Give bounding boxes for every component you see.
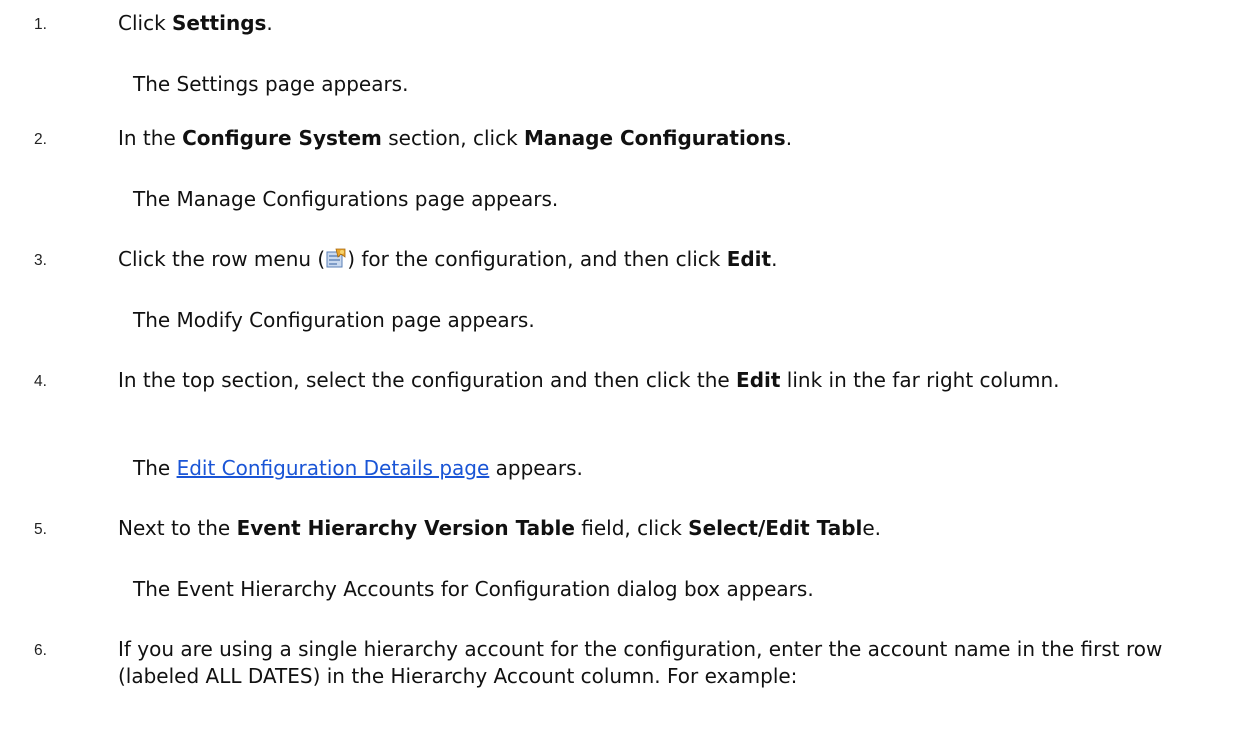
ui-term: Edit <box>726 247 772 271</box>
step-instruction: If you are using a single hierarchy acco… <box>118 637 1163 688</box>
step-result: The Manage Configurations page appears. <box>133 187 559 211</box>
step-result: The Settings page appears. <box>133 72 409 96</box>
row-menu-icon <box>326 248 346 269</box>
instruction-text: In the top section, select the configura… <box>118 368 737 392</box>
instruction-text: Next to the <box>118 516 237 540</box>
step-number: 2. <box>34 131 47 148</box>
result-text: appears. <box>489 456 583 480</box>
instruction-text: . <box>266 11 273 35</box>
ui-term: Settings <box>172 11 267 35</box>
step-result: The Edit Configuration Details page appe… <box>133 455 583 482</box>
ui-term: Event Hierarchy Version Table <box>236 516 575 540</box>
result-text: The <box>133 456 177 480</box>
instruction-text: In the <box>118 126 183 150</box>
instruction-text: . <box>771 247 778 271</box>
ui-term: Manage Configurations <box>524 126 786 150</box>
step-instruction: In the Configure System section, click M… <box>118 125 1198 152</box>
step-number: 4. <box>34 373 47 390</box>
ui-term: Select/Edit Tabl <box>688 516 863 540</box>
instruction-text: Click the row menu ( <box>118 247 326 271</box>
instruction-text: e. <box>862 516 882 540</box>
step-number: 5. <box>34 521 47 538</box>
instruction-text: section, click <box>381 126 525 150</box>
instruction-text: link in the far right column. <box>780 368 1060 392</box>
instruction-text: . <box>785 126 793 150</box>
step-number: 6. <box>34 642 47 659</box>
step-result: The Modify Configuration page appears. <box>133 308 535 332</box>
step-instruction: Next to the Event Hierarchy Version Tabl… <box>118 515 1198 542</box>
step-instruction: Click the row menu ( ) for the configura… <box>118 246 1198 273</box>
instruction-text: ) for the configuration, and then click <box>347 247 727 271</box>
ui-term: Configure System <box>182 126 382 150</box>
step-instruction: Click Settings. <box>118 10 1198 37</box>
step-result: The Event Hierarchy Accounts for Configu… <box>133 577 814 601</box>
step-instruction: In the top section, select the configura… <box>118 367 1178 394</box>
ui-term: Edit <box>736 368 781 392</box>
step-number: 1. <box>34 16 47 33</box>
step-number: 3. <box>34 252 47 269</box>
edit-configuration-details-link[interactable]: Edit Configuration Details page <box>177 456 490 480</box>
instruction-text: Click <box>118 11 173 35</box>
instruction-text: field, click <box>574 516 689 540</box>
